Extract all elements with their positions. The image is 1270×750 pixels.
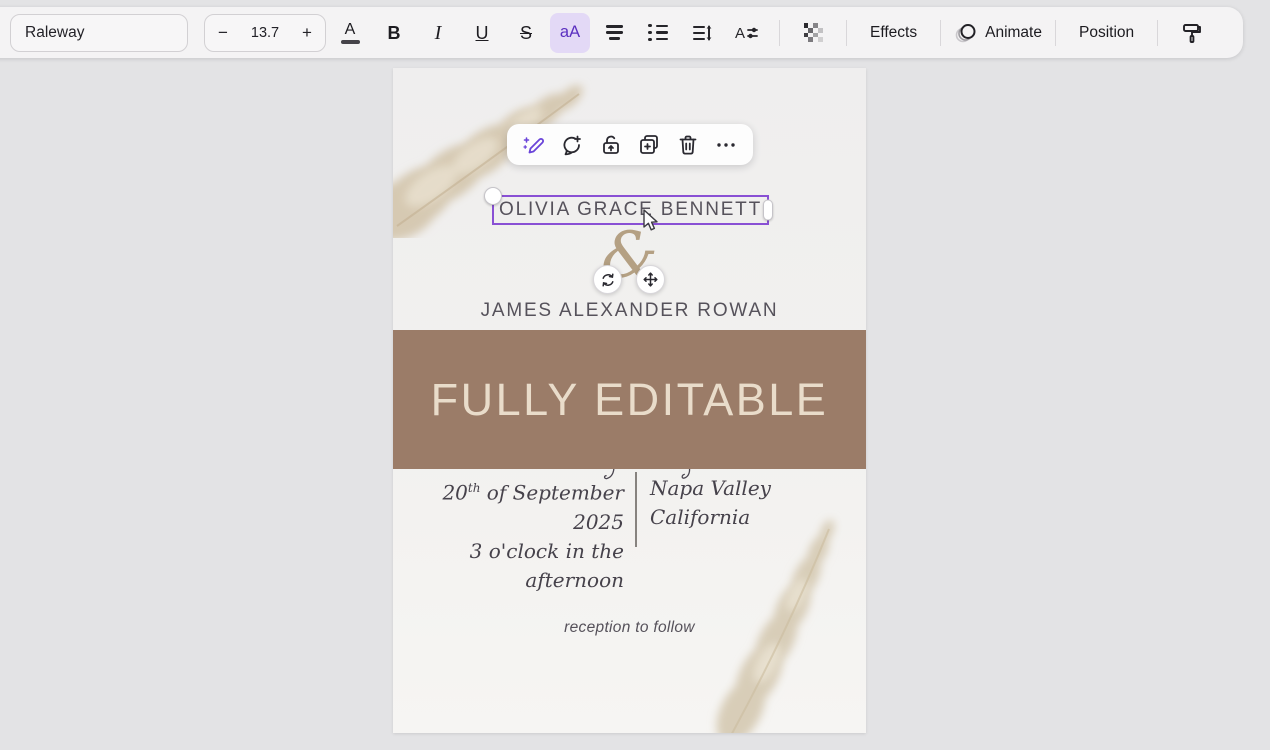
more-options-button[interactable] bbox=[713, 132, 739, 158]
date-time-text[interactable]: 20th of September 2025 3 o'clock in the … bbox=[411, 474, 624, 595]
italic-button[interactable]: I bbox=[418, 13, 458, 53]
bride-name-text[interactable]: OLIVIA GRACE BENNETT bbox=[499, 199, 762, 221]
fully-editable-banner[interactable]: FULLY EDITABLE bbox=[393, 330, 866, 469]
alignment-icon bbox=[606, 25, 623, 39]
copy-style-button[interactable] bbox=[1171, 13, 1211, 53]
groom-name-text[interactable]: JAMES ALEXANDER ROWAN bbox=[393, 300, 866, 322]
text-color-letter: A bbox=[345, 22, 356, 38]
font-family-select[interactable]: Raleway bbox=[10, 14, 188, 52]
underline-button[interactable]: U bbox=[462, 13, 502, 53]
line-spacing-icon bbox=[691, 22, 713, 44]
text-case-button[interactable]: aA bbox=[550, 13, 590, 53]
lock-button[interactable] bbox=[598, 132, 624, 158]
animate-label: Animate bbox=[985, 25, 1042, 41]
alignment-button[interactable] bbox=[594, 13, 634, 53]
strikethrough-button[interactable]: S bbox=[506, 13, 546, 53]
move-icon bbox=[643, 272, 658, 287]
toolbar-divider bbox=[1157, 20, 1158, 46]
font-size-value[interactable]: 13.7 bbox=[251, 25, 279, 41]
add-comment-button[interactable] bbox=[559, 132, 585, 158]
delete-button[interactable] bbox=[675, 132, 701, 158]
position-button[interactable]: Position bbox=[1069, 13, 1144, 53]
decrease-font-size-button[interactable]: − bbox=[218, 24, 228, 41]
line-spacing-button[interactable] bbox=[682, 13, 722, 53]
transparency-icon bbox=[804, 23, 823, 42]
toolbar-divider bbox=[846, 20, 847, 46]
bullet-list-icon bbox=[648, 24, 667, 41]
delete-icon bbox=[676, 133, 700, 157]
bold-button[interactable]: B bbox=[374, 13, 414, 53]
selected-text-element[interactable]: OLIVIA GRACE BENNETT bbox=[492, 195, 769, 225]
toolbar-divider bbox=[1055, 20, 1056, 46]
add-comment-icon bbox=[560, 133, 584, 157]
toolbar-divider bbox=[940, 20, 941, 46]
duplicate-icon bbox=[637, 133, 661, 157]
animate-button[interactable]: Animate bbox=[954, 13, 1042, 53]
pampas-grass-bottom-right-image bbox=[679, 503, 866, 733]
move-handle[interactable] bbox=[636, 265, 665, 294]
bullet-list-button[interactable] bbox=[638, 13, 678, 53]
location-line1: Napa Valley bbox=[650, 474, 771, 503]
font-family-value: Raleway bbox=[25, 24, 84, 42]
transparency-button[interactable] bbox=[793, 13, 833, 53]
ampersand-text[interactable]: & bbox=[393, 224, 866, 288]
font-size-stepper: − 13.7 + bbox=[204, 14, 326, 52]
banner-label: FULLY EDITABLE bbox=[431, 374, 829, 426]
rotate-icon bbox=[601, 273, 615, 287]
animate-icon bbox=[954, 22, 978, 44]
reception-note-text[interactable]: reception to follow bbox=[393, 619, 866, 637]
increase-font-size-button[interactable]: + bbox=[302, 24, 312, 41]
letter-spacing-button[interactable]: A bbox=[726, 13, 766, 53]
text-color-swatch bbox=[341, 40, 360, 44]
top-toolbar: Raleway − 13.7 + A B I U S aA A bbox=[0, 7, 1243, 58]
corner-resize-handle[interactable] bbox=[484, 187, 502, 205]
text-color-button[interactable]: A bbox=[330, 13, 370, 53]
location-text[interactable]: Napa Valley California bbox=[650, 474, 771, 532]
effects-button[interactable]: Effects bbox=[860, 13, 927, 53]
mouse-cursor bbox=[640, 209, 660, 232]
letter-spacing-icon: A bbox=[734, 22, 758, 44]
groom-name-label: JAMES ALEXANDER ROWAN bbox=[481, 300, 779, 321]
toolbar-divider bbox=[779, 20, 780, 46]
copy-style-icon bbox=[1179, 21, 1203, 45]
location-line2: California bbox=[650, 503, 771, 532]
duplicate-button[interactable] bbox=[636, 132, 662, 158]
rotate-handle[interactable] bbox=[593, 265, 622, 294]
side-resize-handle[interactable] bbox=[763, 200, 773, 221]
magic-edit-button[interactable] bbox=[521, 132, 547, 158]
time-line: 3 o'clock in the afternoon bbox=[411, 537, 624, 595]
svg-text:A: A bbox=[735, 25, 745, 42]
element-context-toolbar bbox=[507, 124, 753, 165]
more-icon bbox=[714, 133, 738, 157]
magic-edit-icon bbox=[522, 133, 546, 157]
date-location-divider bbox=[635, 472, 637, 547]
design-canvas[interactable]: OLIVIA GRACE BENNETT & JAMES ALEXANDER R… bbox=[393, 68, 866, 733]
date-line: 20th of September 2025 bbox=[411, 474, 624, 537]
lock-icon bbox=[599, 133, 623, 157]
